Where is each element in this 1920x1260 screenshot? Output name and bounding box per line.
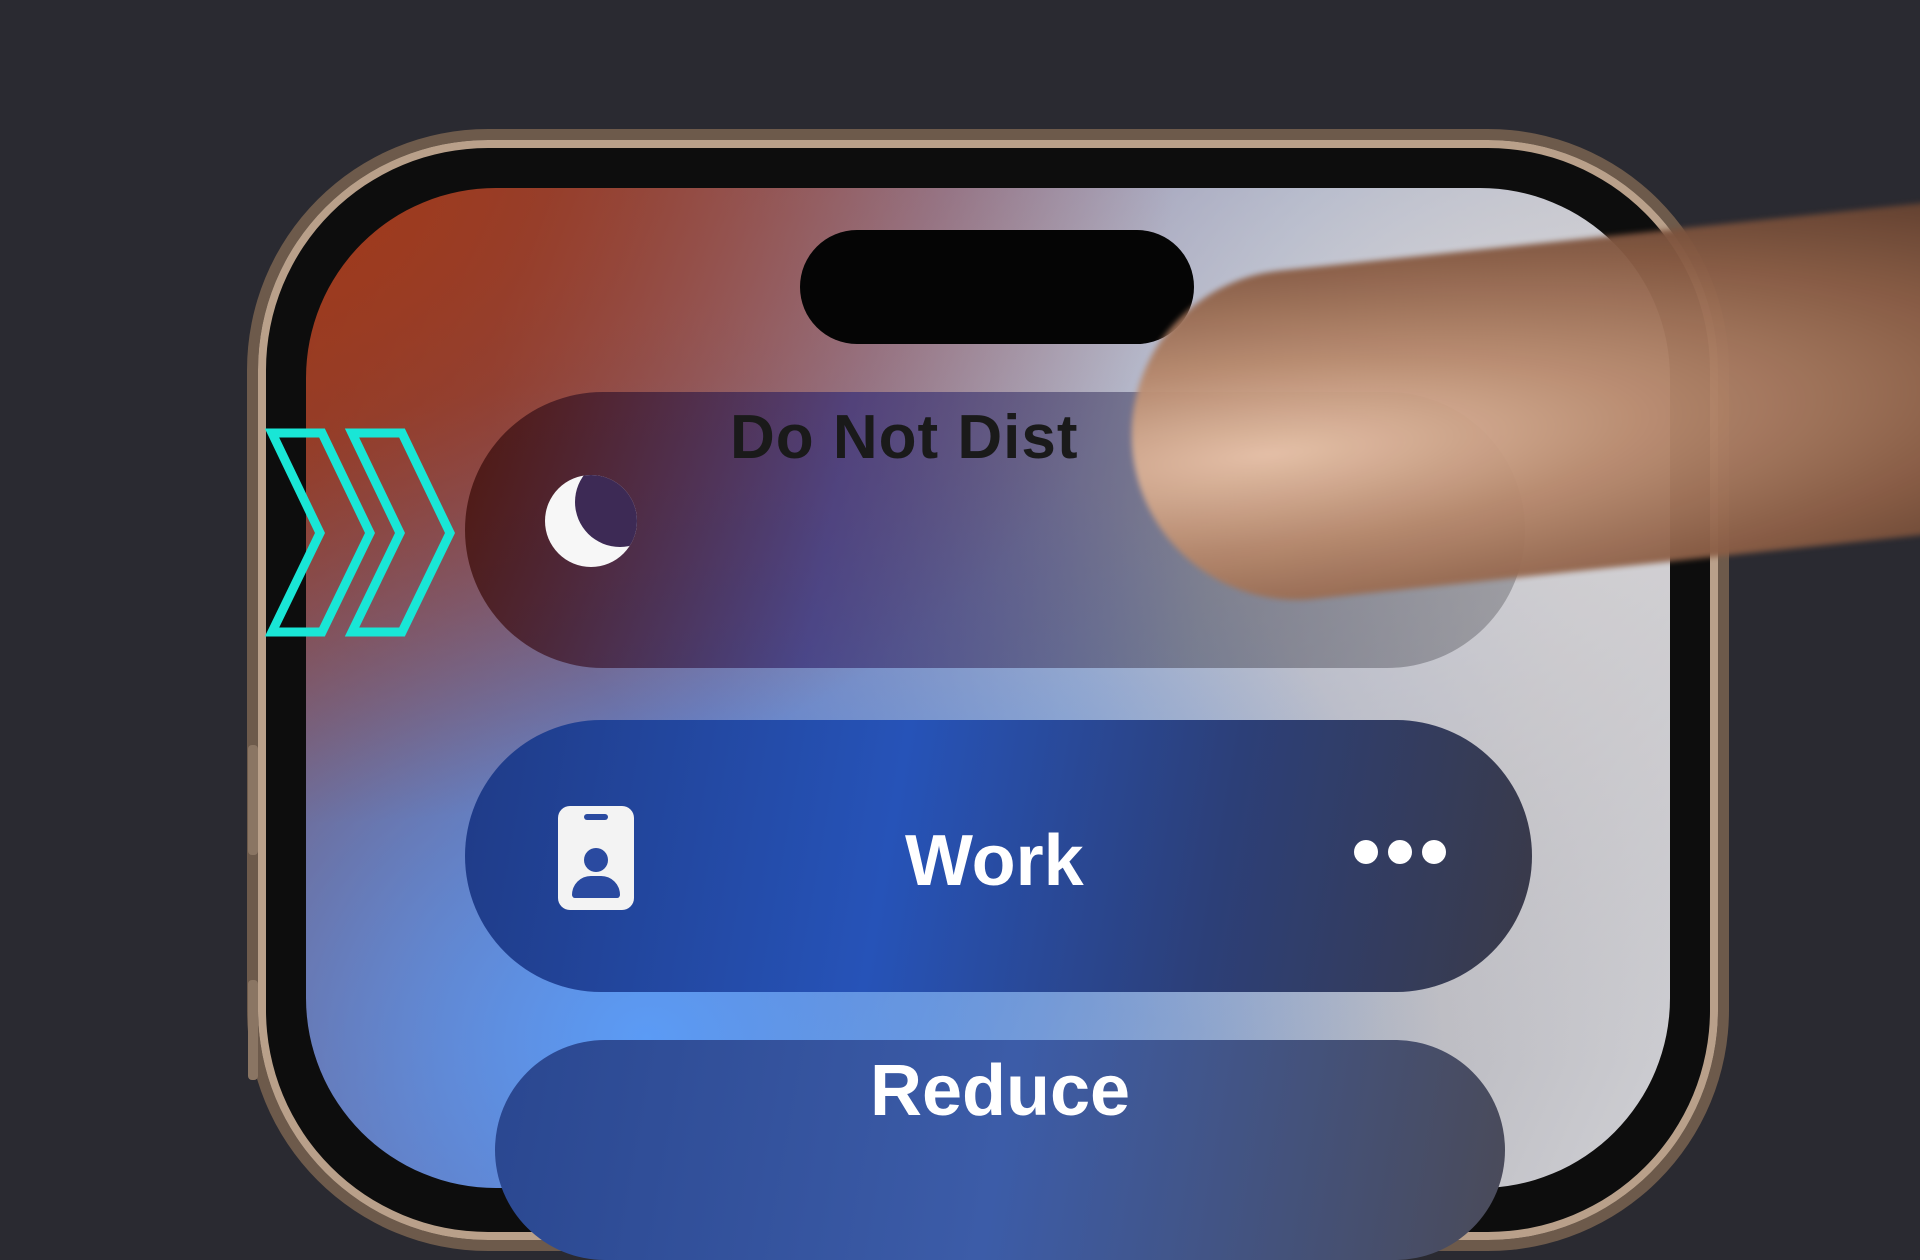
focus-reduce-label: Reduce [870,1051,1131,1131]
moon-icon [545,475,637,567]
id-badge-icon [558,806,634,910]
focus-work-label: Work [905,821,1084,901]
dynamic-island [800,230,1194,344]
ellipsis-icon[interactable] [1352,834,1448,870]
side-button [248,745,258,855]
double-chevron-right-icon [264,428,455,637]
side-button [248,980,258,1080]
focus-do-not-disturb-label: Do Not Dist [730,403,1079,472]
